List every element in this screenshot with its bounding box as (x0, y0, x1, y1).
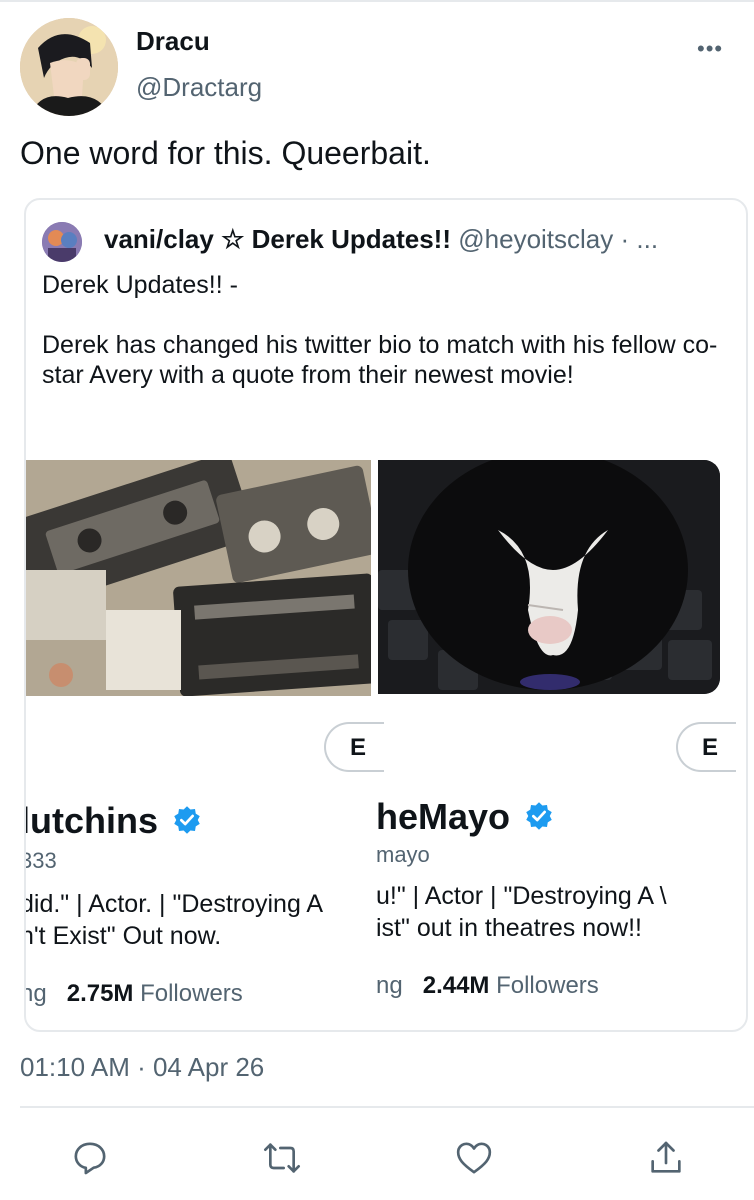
more-options-icon[interactable]: ••• (697, 36, 723, 62)
quoted-author-avatar[interactable] (42, 222, 82, 262)
author-handle[interactable]: @Dractarg (136, 72, 262, 103)
followers-label: Followers (140, 980, 243, 1007)
author-avatar[interactable] (20, 18, 118, 116)
quoted-tweet[interactable]: vani/clay ☆ Derek Updates!! @heyoitsclay… (24, 198, 748, 1032)
followers-label: Followers (496, 972, 599, 999)
follow-button[interactable]: E (324, 722, 384, 772)
author-name[interactable]: Dracu (136, 26, 210, 57)
profile-followers: ng 2.44M Followers (376, 972, 599, 1000)
profile-name[interactable]: lutchins (24, 800, 202, 844)
profile-handle: mayo (376, 842, 430, 867)
retweet-icon[interactable] (262, 1138, 302, 1178)
profile-name-text: heMayo (376, 796, 511, 837)
profile-name[interactable]: heMayo (376, 796, 554, 840)
divider (20, 1106, 754, 1108)
quoted-author-handle[interactable]: @heyoitsclay · ... (458, 224, 658, 254)
profile-bio: did." | Actor. | "Destroying A n't Exist… (24, 890, 324, 950)
quoted-author-name[interactable]: vani/clay ☆ Derek Updates!! (104, 224, 451, 254)
profile-name-text: lutchins (24, 800, 159, 841)
following-label: ng (26, 980, 47, 1007)
follow-button[interactable]: E (676, 722, 736, 772)
reply-icon[interactable] (70, 1138, 110, 1178)
profile-handle: 333 (26, 848, 57, 873)
quoted-body: Derek Updates!! - Derek has changed his … (42, 271, 718, 389)
tweet-text: One word for this. Queerbait. (20, 135, 431, 171)
share-icon[interactable] (646, 1138, 686, 1178)
top-border (0, 0, 754, 2)
followers-count: 2.44M (422, 972, 490, 999)
cassette-tapes-image[interactable] (26, 460, 371, 696)
like-icon[interactable] (454, 1138, 494, 1178)
following-label: ng (376, 972, 403, 999)
cat-keyboard-image[interactable] (378, 460, 720, 694)
profile-followers: ng 2.75M Followers (26, 980, 243, 1008)
verified-badge-icon (524, 798, 554, 840)
tweet-timestamp[interactable]: 01:10 AM · 04 Apr 26 (20, 1052, 264, 1083)
followers-count: 2.75M (66, 980, 134, 1007)
profile-bio: u!" | Actor | "Destroying A \ ist" out i… (376, 882, 667, 942)
quoted-header: vani/clay ☆ Derek Updates!! @heyoitsclay… (104, 224, 658, 255)
verified-badge-icon (172, 802, 202, 844)
